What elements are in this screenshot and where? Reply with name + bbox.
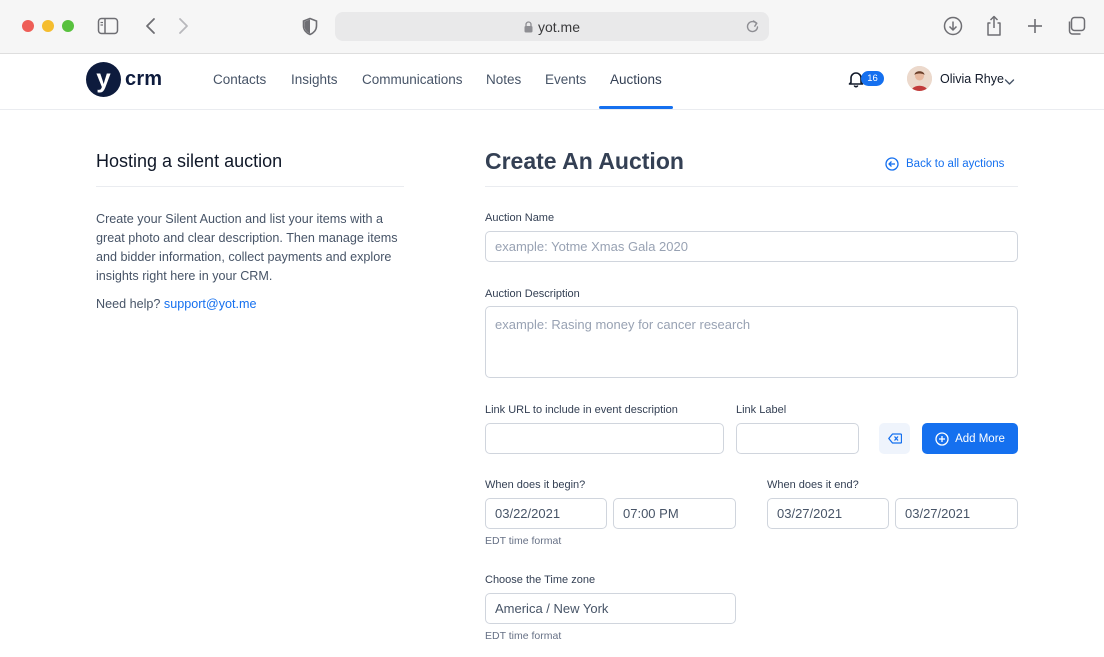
auction-name-label: Auction Name bbox=[485, 212, 555, 224]
share-icon[interactable] bbox=[982, 14, 1006, 38]
chevron-down-icon[interactable] bbox=[1004, 73, 1015, 91]
download-icon[interactable] bbox=[941, 14, 965, 38]
end-label: When does it end? bbox=[767, 479, 859, 491]
begin-time-input[interactable]: 07:00 PM bbox=[613, 498, 736, 529]
window-close-button[interactable] bbox=[22, 20, 34, 32]
timezone-label: Choose the Time zone bbox=[485, 574, 596, 586]
timezone-select[interactable]: America / New York bbox=[485, 593, 736, 624]
page-title: Create An Auction bbox=[485, 148, 684, 174]
support-email-link[interactable]: support@yot.me bbox=[164, 297, 257, 311]
link-url-label: Link URL to include in event description bbox=[485, 404, 678, 416]
add-more-button[interactable]: Add More bbox=[922, 423, 1018, 454]
url-text: yot.me bbox=[537, 19, 580, 35]
backspace-icon bbox=[887, 433, 902, 444]
user-name[interactable]: Olivia Rhye bbox=[940, 72, 1004, 86]
back-link-label: Back to all ayctions bbox=[906, 158, 1005, 170]
help-text: Need help? support@yot.me bbox=[96, 297, 257, 311]
end-time-input[interactable]: 03/27/2021 bbox=[895, 498, 1018, 529]
nav-insights[interactable]: Insights bbox=[291, 72, 338, 87]
nav-notes[interactable]: Notes bbox=[486, 72, 521, 87]
divider bbox=[96, 186, 404, 187]
window-minimize-button[interactable] bbox=[42, 20, 54, 32]
lock-icon bbox=[524, 21, 533, 33]
auction-name-input[interactable]: example: Yotme Xmas Gala 2020 bbox=[485, 231, 1018, 262]
begin-date-input[interactable]: 03/22/2021 bbox=[485, 498, 607, 529]
begin-hint: EDT time format bbox=[485, 535, 562, 547]
logo-text: crm bbox=[125, 68, 163, 90]
plus-circle-icon bbox=[935, 431, 949, 446]
link-label-label: Link Label bbox=[736, 404, 787, 416]
forward-arrow-icon[interactable] bbox=[171, 14, 195, 38]
add-more-label: Add More bbox=[955, 432, 1005, 445]
back-arrow-icon[interactable] bbox=[139, 14, 163, 38]
nav-contacts[interactable]: Contacts bbox=[213, 72, 266, 87]
auction-description-textarea[interactable]: example: Rasing money for cancer researc… bbox=[485, 306, 1018, 378]
end-date-input[interactable]: 03/27/2021 bbox=[767, 498, 889, 529]
link-url-input[interactable] bbox=[485, 423, 724, 454]
reload-icon[interactable] bbox=[746, 19, 759, 38]
active-tab-indicator bbox=[599, 106, 673, 109]
window-zoom-button[interactable] bbox=[62, 20, 74, 32]
nav-communications[interactable]: Communications bbox=[362, 72, 463, 87]
logo-mark: y bbox=[86, 62, 121, 97]
auction-description-label: Auction Description bbox=[485, 288, 580, 300]
info-title: Hosting a silent auction bbox=[96, 151, 283, 171]
clear-link-button[interactable] bbox=[879, 423, 910, 454]
notification-count-badge: 16 bbox=[861, 71, 884, 86]
browser-toolbar: yot.me bbox=[0, 0, 1104, 54]
address-bar[interactable]: yot.me bbox=[335, 12, 769, 41]
begin-label: When does it begin? bbox=[485, 479, 586, 491]
sidebar-toggle-icon[interactable] bbox=[96, 14, 120, 38]
avatar[interactable] bbox=[907, 66, 932, 91]
app-header: y crm Contacts Insights Communications N… bbox=[0, 54, 1104, 110]
nav-auctions[interactable]: Auctions bbox=[610, 72, 662, 87]
nav-events[interactable]: Events bbox=[545, 72, 586, 87]
logo[interactable]: y crm bbox=[86, 62, 162, 97]
new-tab-icon[interactable] bbox=[1023, 14, 1047, 38]
arrow-left-circle-icon bbox=[885, 157, 899, 171]
help-prefix: Need help? bbox=[96, 297, 161, 311]
back-to-auctions-link[interactable]: Back to all ayctions bbox=[885, 157, 1004, 171]
info-description: Create your Silent Auction and list your… bbox=[96, 212, 398, 283]
tab-overview-icon[interactable] bbox=[1064, 14, 1088, 38]
link-label-input[interactable] bbox=[736, 423, 859, 454]
timezone-hint: EDT time format bbox=[485, 630, 562, 642]
divider bbox=[485, 186, 1018, 187]
shield-icon[interactable] bbox=[298, 14, 322, 38]
